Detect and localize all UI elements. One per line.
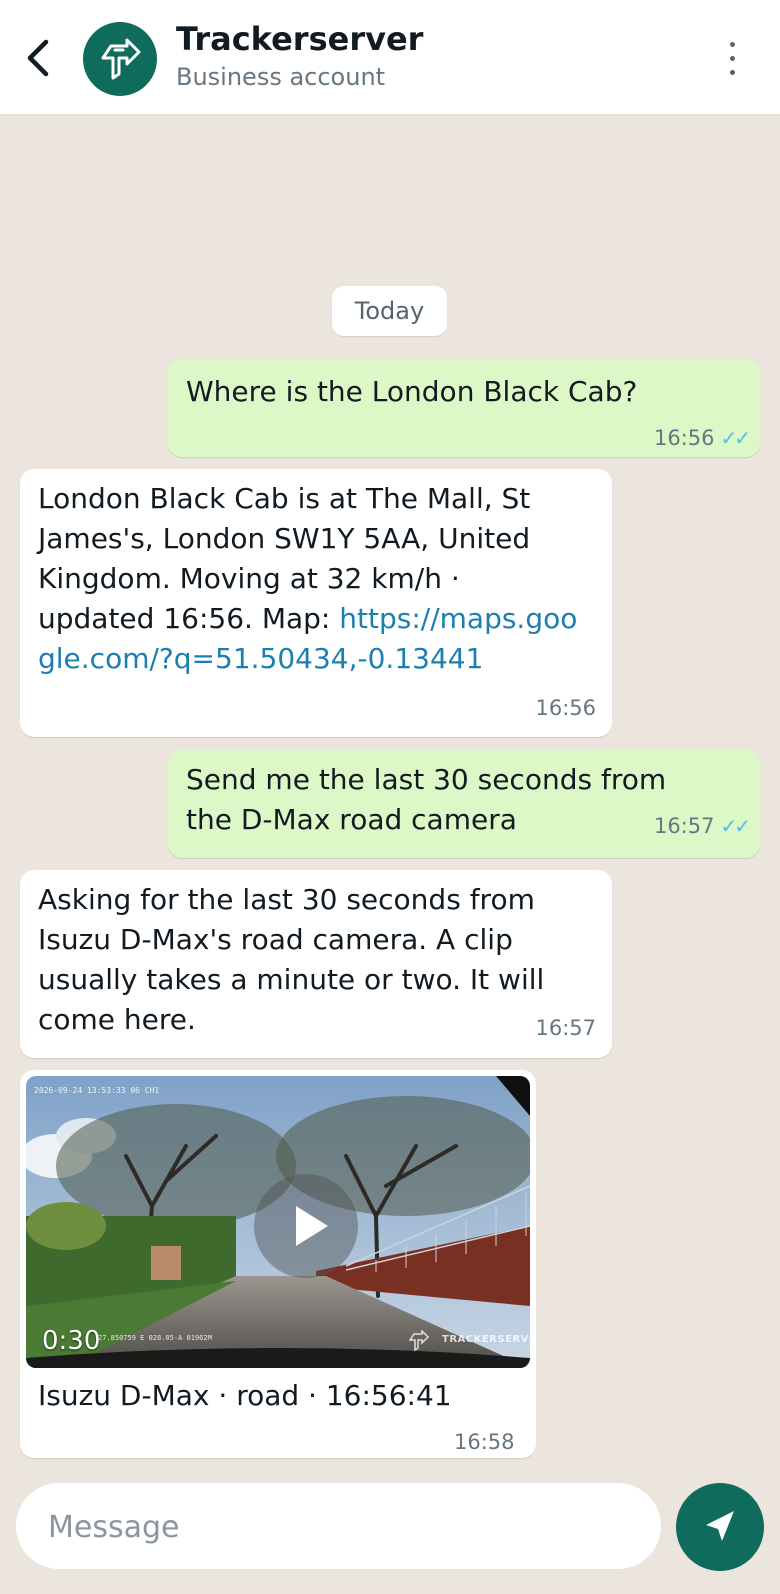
message-time: 16:57	[653, 814, 715, 838]
video-watermark: TRACKERSERVER	[406, 1326, 530, 1356]
send-icon	[706, 1511, 734, 1541]
video-caption: Isuzu D-Max · road · 16:56:41	[38, 1379, 452, 1412]
read-ticks-icon: ✓✓	[720, 426, 750, 450]
chevron-left-icon	[27, 39, 49, 77]
message-outgoing[interactable]: Where is the London Black Cab? 16:56 ✓✓	[168, 360, 760, 457]
message-time: 16:58	[454, 1430, 515, 1454]
message-text: Where is the London Black Cab?	[186, 375, 638, 408]
message-meta: 16:56 ✓✓	[653, 426, 751, 450]
message-time: 16:56	[535, 696, 596, 720]
message-text: Asking for the last 30 seconds from Isuz…	[38, 883, 545, 1036]
play-icon	[296, 1206, 328, 1246]
send-button[interactable]	[676, 1483, 764, 1571]
video-overlay-coords: 27.850759 E 028.05-A 01962M	[98, 1334, 212, 1342]
video-overlay-timestamp: 2026-09-24 13:53:33 06 CH1	[34, 1086, 160, 1095]
back-button[interactable]	[20, 34, 60, 82]
trackerserver-watermark-icon	[408, 1329, 430, 1352]
video-thumbnail[interactable]: 2026-09-24 13:53:33 06 CH1 27.850759 E 0…	[26, 1076, 530, 1368]
avatar[interactable]	[83, 22, 157, 96]
message-text-group: London Black Cab is at The Mall, St Jame…	[38, 479, 578, 679]
read-ticks-icon: ✓✓	[720, 814, 750, 838]
message-composer	[16, 1483, 661, 1569]
message-meta: 16:57 ✓✓	[653, 814, 751, 838]
date-separator: Today	[332, 286, 447, 336]
chat-title[interactable]: Trackerserver	[176, 20, 423, 58]
message-outgoing[interactable]: Send me the last 30 seconds from the D-M…	[168, 750, 760, 858]
message-incoming[interactable]: Asking for the last 30 seconds from Isuz…	[20, 870, 612, 1058]
message-incoming[interactable]: London Black Cab is at The Mall, St Jame…	[20, 469, 612, 737]
chat-header: Trackerserver Business account	[0, 0, 780, 115]
play-button[interactable]	[254, 1174, 358, 1278]
message-time: 16:57	[535, 1016, 596, 1040]
trackerserver-logo-icon	[101, 38, 141, 80]
message-text: Send me the last 30 seconds from the D-M…	[186, 763, 667, 836]
message-time: 16:56	[653, 426, 715, 450]
more-options-button[interactable]	[718, 38, 748, 82]
video-duration: 0:30	[42, 1326, 101, 1356]
video-watermark-text: TRACKERSERVER	[442, 1334, 530, 1345]
message-input[interactable]	[46, 1499, 630, 1555]
chat-subtitle: Business account	[176, 63, 386, 91]
